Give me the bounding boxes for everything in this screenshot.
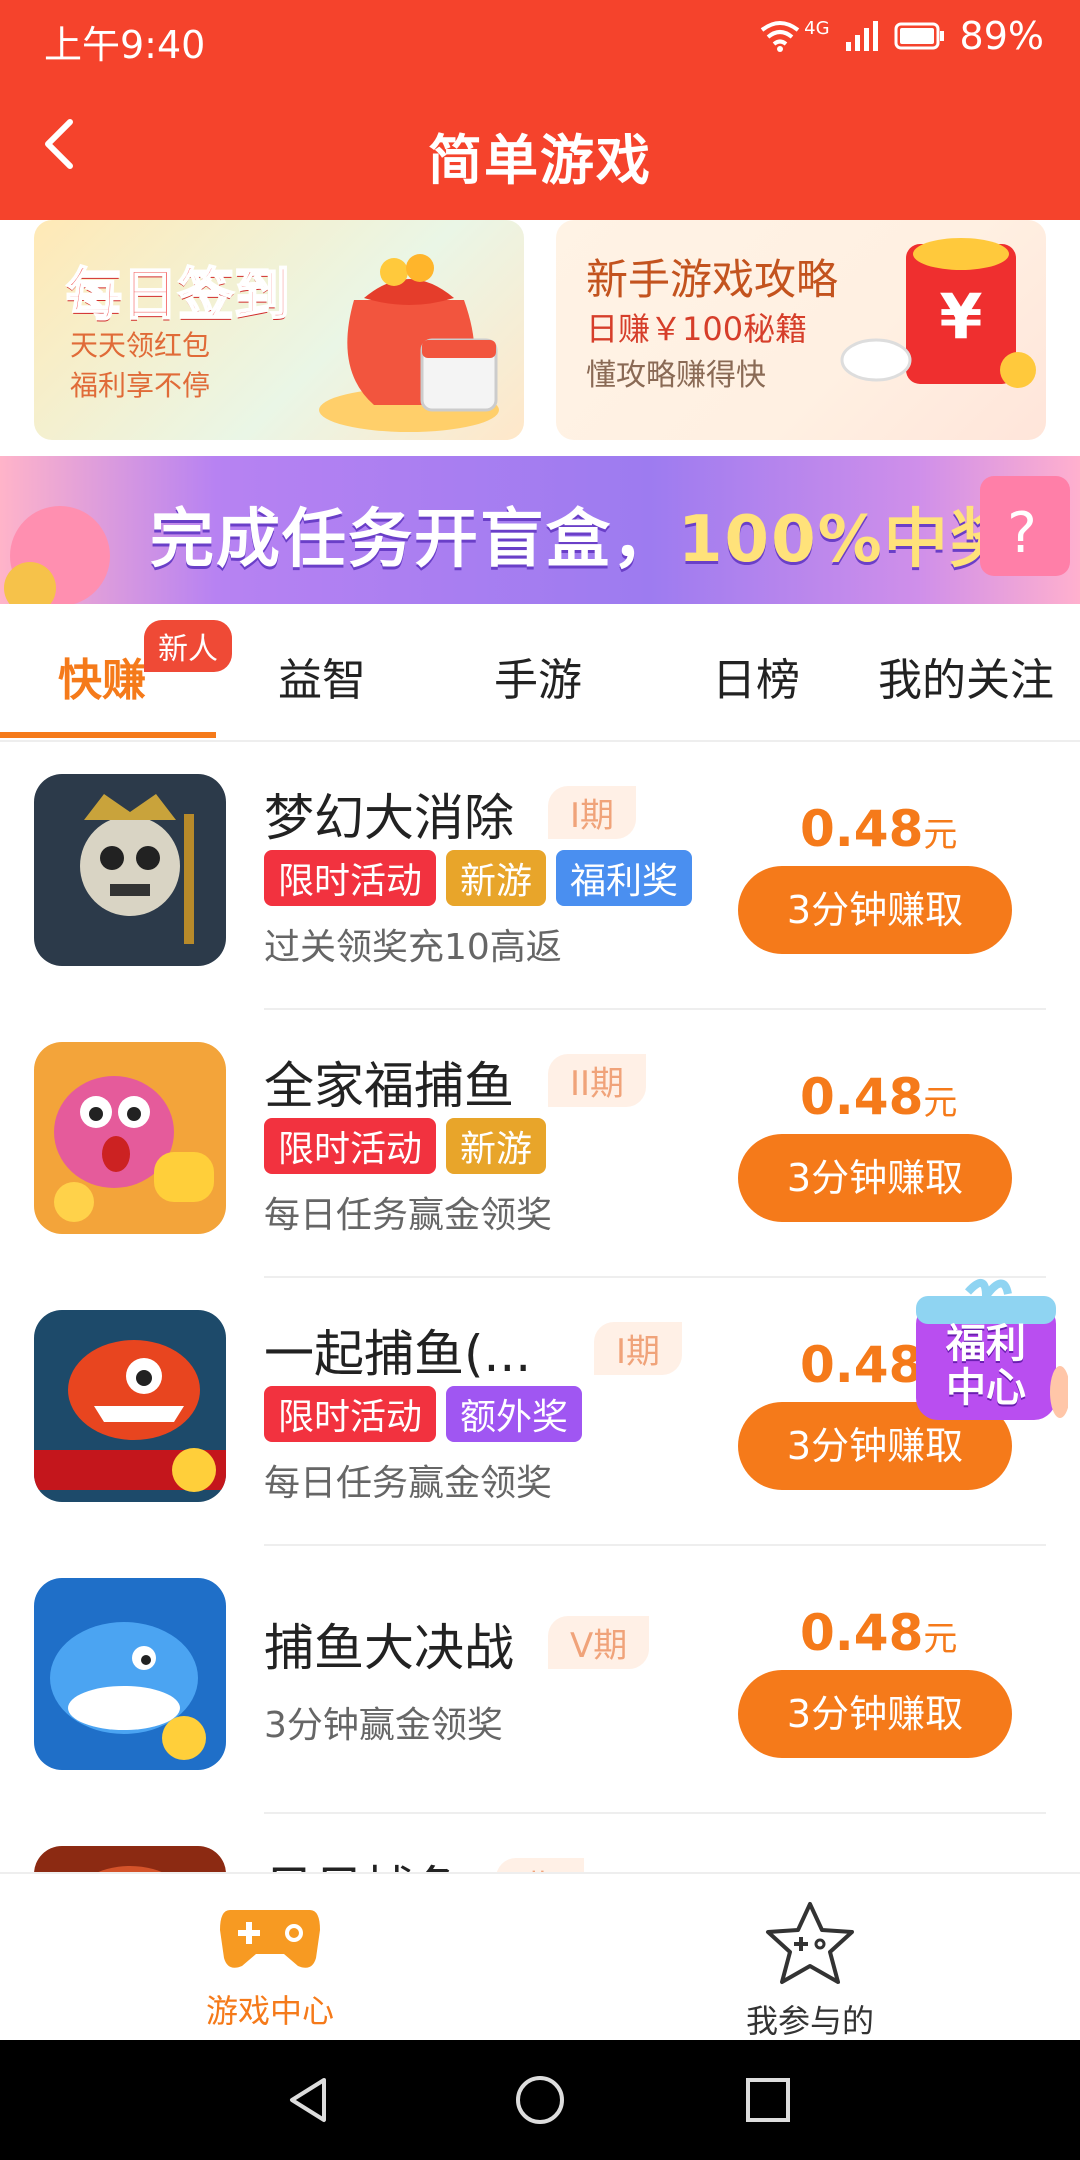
- period-badge: I期: [496, 1858, 585, 1872]
- welfare-label-line1: 福利: [946, 1321, 1026, 1367]
- nav-game-center[interactable]: 游戏中心: [180, 1900, 360, 2032]
- game-icon-family-fishing: [34, 1042, 226, 1234]
- new-user-badge: 新人: [144, 620, 232, 672]
- promo-text: 完成任务开盲盒，100%中奖: [150, 488, 1016, 580]
- red-packet-icon: ¥: [840, 238, 1036, 388]
- battery-level: 89%: [959, 14, 1044, 58]
- red-envelope-bag-icon: [319, 254, 499, 432]
- gamepad-icon: [220, 1910, 320, 1968]
- price-value: 0.48: [800, 1068, 924, 1126]
- earn-button[interactable]: 3分钟赚取: [738, 866, 1012, 954]
- network-type: 4G: [804, 17, 830, 39]
- banner-row: 每日签到 天天领红包 福利享不停 新手游戏攻略 日赚￥100秘籍 懂攻略赚得快 …: [0, 220, 1080, 450]
- gift-box-decoration-icon: ?: [980, 476, 1070, 576]
- tag-limited-event: 限时活动: [264, 1386, 437, 1442]
- game-icon-fishing-together: [34, 1310, 226, 1502]
- game-name: 梦幻大消除: [264, 789, 514, 847]
- flower-decoration-icon: [4, 506, 110, 604]
- game-description: 过关领奖充10高返: [264, 927, 562, 968]
- tag-limited-event: 限时活动: [264, 850, 437, 906]
- category-tabs: 快赚 新人 益智 手游 日榜 我的关注: [0, 604, 1080, 742]
- active-tab-indicator: [0, 732, 216, 738]
- tag-welfare-reward: 福利奖: [556, 850, 693, 906]
- welfare-center-label: 福利 中心: [926, 1322, 1046, 1410]
- game-description: 每日任务赢金领奖: [264, 1463, 553, 1504]
- battery-icon: [894, 22, 944, 50]
- tag-new-game: 新游: [446, 1118, 547, 1174]
- star-gamepad-icon: [766, 1902, 854, 1984]
- earn-button[interactable]: 3分钟赚取: [738, 1670, 1012, 1758]
- game-item[interactable]: 贝贝捕鱼 I期: [0, 1814, 1080, 1872]
- system-navigation-bar: [0, 2040, 1080, 2160]
- guide-line1: 日赚￥100秘籍: [586, 310, 808, 348]
- wifi-icon: [760, 21, 800, 52]
- game-item[interactable]: 全家福捕鱼 II期 限时活动 新游 每日任务赢金领奖 0.48元 3分钟赚取: [0, 1010, 1080, 1278]
- period-badge: I期: [548, 786, 637, 839]
- svg-text:?: ?: [1007, 501, 1037, 566]
- price-value: 0.48: [800, 1604, 924, 1662]
- price-unit: 元: [923, 1083, 958, 1123]
- game-description: 每日任务赢金领奖: [264, 1195, 553, 1236]
- checkin-banner[interactable]: 每日签到 天天领红包 福利享不停: [34, 220, 524, 440]
- tab-quick-earn[interactable]: 快赚: [58, 644, 146, 708]
- guide-banner[interactable]: 新手游戏攻略 日赚￥100秘籍 懂攻略赚得快 ¥: [556, 220, 1046, 440]
- guide-title: 新手游戏攻略: [586, 255, 839, 304]
- page-title: 简单游戏: [428, 129, 652, 192]
- status-time: 上午9:40: [44, 23, 206, 67]
- checkin-line2: 福利享不停: [70, 369, 211, 402]
- nav-my-joined[interactable]: 我参与的: [720, 1900, 900, 2042]
- price-value: 0.48: [800, 1336, 924, 1394]
- header-bar: 简单游戏: [0, 72, 1080, 220]
- bottom-nav: 游戏中心 我参与的: [0, 1872, 1080, 2042]
- game-name: 一起捕鱼(...: [264, 1325, 532, 1383]
- game-item[interactable]: 捕鱼大决战 V期 3分钟赢金领奖 0.48元 3分钟赚取: [0, 1546, 1080, 1814]
- price-unit: 元: [923, 815, 958, 855]
- tag-group: 限时活动 额外奖: [264, 1386, 583, 1442]
- status-icons: 4G 89%: [760, 14, 1044, 58]
- welfare-label-line2: 中心: [946, 1365, 1026, 1411]
- nav-game-center-label: 游戏中心: [205, 1992, 334, 2030]
- tag-extra-reward: 额外奖: [446, 1386, 583, 1442]
- tab-puzzle[interactable]: 益智: [278, 644, 366, 708]
- system-recents-icon[interactable]: [744, 2076, 792, 2124]
- game-name: 全家福捕鱼: [264, 1057, 514, 1115]
- period-badge: V期: [548, 1616, 650, 1669]
- promo-text-main: 完成任务开盲盒，: [150, 503, 678, 577]
- tab-my-follows[interactable]: 我的关注: [878, 644, 1054, 708]
- game-item[interactable]: 梦幻大消除 I期 限时活动 新游 福利奖 过关领奖充10高返 0.48元 3分钟…: [0, 742, 1080, 1010]
- game-icon-beibei-fishing: [34, 1846, 226, 1872]
- nav-my-joined-label: 我参与的: [745, 2002, 874, 2040]
- svg-text:¥: ¥: [939, 280, 982, 353]
- game-description: 3分钟赢金领奖: [264, 1705, 503, 1746]
- reward-price: 0.48元: [800, 800, 957, 858]
- tag-group: 限时活动 新游 福利奖: [264, 850, 693, 906]
- reward-price: 0.48元: [800, 1604, 957, 1662]
- system-back-icon[interactable]: [282, 2074, 334, 2126]
- tab-daily-rank[interactable]: 日榜: [712, 644, 800, 708]
- game-icon-fishing-battle: [34, 1578, 226, 1770]
- tag-new-game: 新游: [446, 850, 547, 906]
- price-unit: 元: [923, 1619, 958, 1659]
- system-home-icon[interactable]: [514, 2074, 566, 2126]
- checkin-title: 每日签到: [65, 262, 291, 329]
- period-badge: II期: [548, 1054, 647, 1107]
- price-value: 0.48: [800, 800, 924, 858]
- blind-box-promo-banner[interactable]: 完成任务开盲盒，100%中奖 ?: [0, 456, 1080, 604]
- period-badge: I期: [594, 1322, 683, 1375]
- checkin-line1: 天天领红包: [70, 329, 211, 362]
- tag-limited-event: 限时活动: [264, 1118, 437, 1174]
- welfare-center-float-button[interactable]: 福利 中心: [908, 1272, 1070, 1432]
- guide-line2: 懂攻略赚得快: [586, 358, 766, 393]
- game-name: 捕鱼大决战: [264, 1619, 514, 1677]
- tag-group: 限时活动 新游: [264, 1118, 547, 1174]
- status-bar: 上午9:40 4G 89%: [0, 0, 1080, 72]
- tab-mobile-games[interactable]: 手游: [494, 644, 582, 708]
- reward-price: 0.48元: [800, 1068, 957, 1126]
- game-name: 贝贝捕鱼: [264, 1850, 464, 1872]
- signal-icon: [845, 21, 878, 51]
- game-icon-dream-match: [34, 774, 226, 966]
- earn-button[interactable]: 3分钟赚取: [738, 1134, 1012, 1222]
